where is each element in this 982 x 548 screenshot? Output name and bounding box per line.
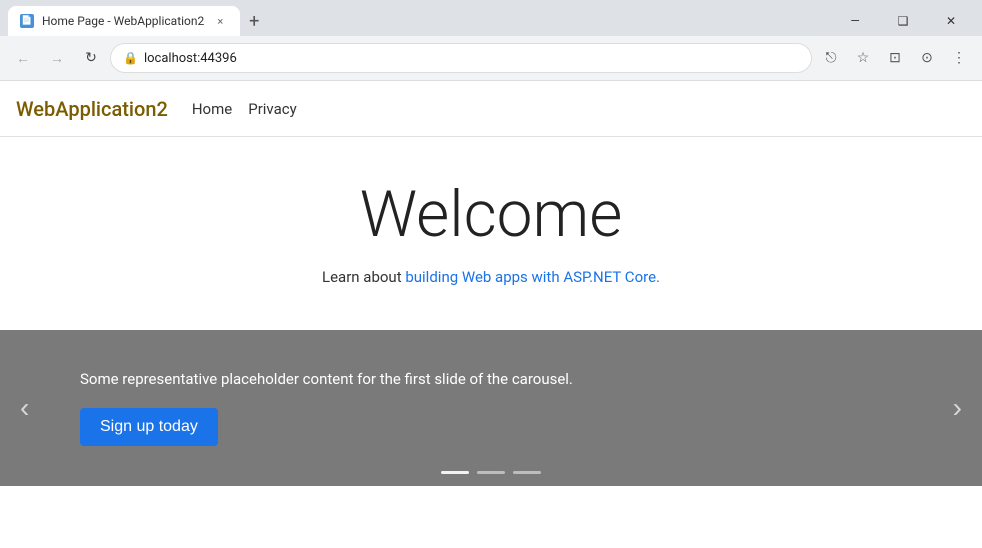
bookmark-icon[interactable]: ☆ [848, 43, 878, 73]
maximize-button[interactable]: ❑ [880, 6, 926, 36]
split-screen-icon[interactable]: ⊡ [880, 43, 910, 73]
carousel-indicators [441, 471, 541, 474]
site-nav: WebApplication2 Home Privacy [0, 81, 982, 137]
browser-chrome: 📄 Home Page - WebApplication2 × + — ❑ ✕ … [0, 0, 982, 81]
tab-title: Home Page - WebApplication2 [42, 14, 204, 28]
share-icon[interactable]: ⎋ [816, 43, 846, 73]
learn-prefix: Learn about [322, 268, 405, 286]
minimize-button[interactable]: — [832, 6, 878, 36]
lock-icon: 🔒 [123, 51, 138, 65]
refresh-button[interactable]: ↻ [76, 43, 106, 73]
browser-tab[interactable]: 📄 Home Page - WebApplication2 × [8, 6, 240, 36]
carousel-indicator-3[interactable] [513, 471, 541, 474]
browser-toolbar: ← → ↻ 🔒 localhost:44396 ⎋ ☆ ⊡ ⊙ ⋮ [0, 36, 982, 80]
site-brand[interactable]: WebApplication2 [16, 97, 168, 121]
menu-icon[interactable]: ⋮ [944, 43, 974, 73]
signup-button[interactable]: Sign up today [80, 408, 218, 446]
address-text: localhost:44396 [144, 51, 799, 66]
window-controls: — ❑ ✕ [832, 6, 974, 36]
title-bar: 📄 Home Page - WebApplication2 × + — ❑ ✕ [0, 0, 982, 36]
toolbar-actions: ⎋ ☆ ⊡ ⊙ ⋮ [816, 43, 974, 73]
carousel-slide-text: Some representative placeholder content … [80, 370, 573, 388]
carousel-prev-button[interactable]: ‹ [10, 382, 39, 434]
profile-icon[interactable]: ⊙ [912, 43, 942, 73]
tab-close-button[interactable]: × [212, 13, 228, 29]
tab-favicon: 📄 [20, 14, 34, 28]
close-button[interactable]: ✕ [928, 6, 974, 36]
carousel-next-button[interactable]: › [943, 382, 972, 434]
new-tab-button[interactable]: + [240, 7, 268, 35]
main-content: Welcome Learn about building Web apps wi… [0, 137, 982, 330]
back-button[interactable]: ← [8, 43, 38, 73]
carousel: ‹ Some representative placeholder conten… [0, 330, 982, 486]
learn-text: Learn about building Web apps with ASP.N… [20, 268, 962, 286]
address-bar[interactable]: 🔒 localhost:44396 [110, 43, 812, 73]
page-content: WebApplication2 Home Privacy Welcome Lea… [0, 81, 982, 486]
learn-link[interactable]: building Web apps with ASP.NET Core. [405, 268, 660, 286]
carousel-indicator-1[interactable] [441, 471, 469, 474]
forward-button[interactable]: → [42, 43, 72, 73]
carousel-indicator-2[interactable] [477, 471, 505, 474]
welcome-title: Welcome [20, 177, 962, 252]
nav-links: Home Privacy [192, 100, 297, 118]
nav-home[interactable]: Home [192, 100, 232, 118]
nav-privacy[interactable]: Privacy [248, 100, 296, 118]
